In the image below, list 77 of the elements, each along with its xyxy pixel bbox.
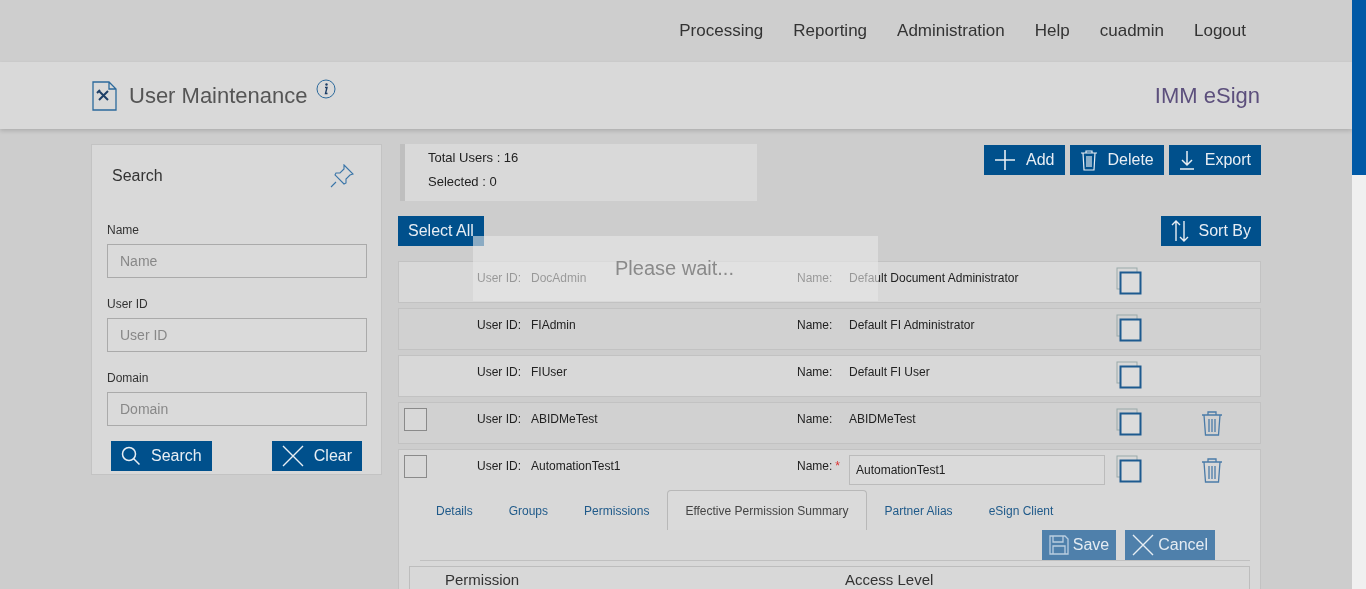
- tab[interactable]: Effective Permission Summary: [667, 490, 867, 530]
- user-row[interactable]: User ID: FIUser Name: Default FI User: [398, 355, 1261, 397]
- download-icon: [1178, 150, 1195, 170]
- field-label: User ID: [107, 297, 149, 311]
- export-button[interactable]: Export: [1168, 145, 1261, 175]
- tab[interactable]: Details: [418, 490, 491, 530]
- nav-link[interactable]: Administration: [897, 21, 1005, 41]
- scrollbar[interactable]: [1352, 0, 1366, 589]
- nav-link[interactable]: Logout: [1194, 21, 1246, 41]
- plus-icon: [994, 149, 1017, 171]
- user-row[interactable]: User ID: FIAdmin Name: Default FI Administrator: [398, 308, 1261, 350]
- trash-icon[interactable]: [1201, 457, 1223, 483]
- total-users: Total Users : 16: [428, 150, 520, 165]
- sort-button[interactable]: Sort By: [1160, 216, 1261, 246]
- nav-link[interactable]: Processing: [679, 21, 764, 41]
- selected-count: Selected : 0: [428, 174, 498, 189]
- user-row[interactable]: User ID: ABIDMeTest Name: ABIDMeTest: [398, 402, 1261, 444]
- select-all-button[interactable]: Select All: [398, 216, 484, 246]
- pin-icon[interactable]: [330, 164, 354, 188]
- column-header: Permission: [445, 571, 521, 589]
- search-input[interactable]: User ID: [107, 318, 367, 352]
- user-id: DocAdmin: [531, 270, 587, 285]
- search-input[interactable]: Name: [107, 244, 367, 278]
- field-label: User ID:: [477, 317, 521, 332]
- user-name: ABIDMeTest: [849, 411, 916, 426]
- copy-icon[interactable]: [1116, 408, 1142, 436]
- field-label: Domain: [107, 371, 150, 385]
- user-id: ABIDMeTest: [531, 411, 598, 426]
- close-icon: [1132, 534, 1155, 556]
- text-field[interactable]: AutomationTest1: [849, 455, 1105, 485]
- scrollbar-thumb[interactable]: [1352, 0, 1366, 175]
- field-label: Name: *: [797, 458, 840, 473]
- nav-link[interactable]: cuadmin: [1099, 21, 1164, 41]
- field-label: User ID:: [477, 270, 521, 285]
- nav-link[interactable]: Reporting: [793, 21, 868, 41]
- copy-icon[interactable]: [1116, 267, 1142, 295]
- checkbox[interactable]: [404, 455, 427, 478]
- copy-icon[interactable]: [1116, 455, 1142, 483]
- nav-link[interactable]: Help: [1034, 21, 1070, 41]
- copy-icon[interactable]: [1116, 314, 1142, 342]
- clear-button[interactable]: Clear: [271, 441, 362, 471]
- user-id: FIAdmin: [531, 317, 576, 332]
- user-id: FIUser: [531, 364, 567, 379]
- sort-icon: [1170, 220, 1189, 242]
- tab[interactable]: eSign Client: [970, 490, 1072, 530]
- field-label: Name:: [797, 270, 833, 285]
- page-title: User Maintenance: [129, 82, 308, 109]
- user-name: Default Document Administrator: [849, 270, 1019, 285]
- trash-icon[interactable]: [1201, 410, 1223, 436]
- user-name: Default FI Administrator: [849, 317, 975, 332]
- field-label: User ID:: [477, 411, 521, 426]
- field-label: User ID:: [477, 458, 521, 473]
- column-header: Access Level: [845, 571, 935, 589]
- search-icon: [121, 446, 141, 466]
- user-name: Default FI User: [849, 364, 930, 379]
- checkbox[interactable]: [404, 408, 427, 431]
- info-icon[interactable]: [315, 79, 336, 99]
- field-label: Name: [107, 223, 140, 237]
- close-icon: [281, 445, 304, 467]
- delete-button[interactable]: Delete: [1069, 145, 1164, 175]
- search-input[interactable]: Domain: [107, 392, 367, 426]
- field-label: Name:: [797, 317, 833, 332]
- panel-title: Search: [112, 167, 163, 185]
- copy-icon[interactable]: [1116, 361, 1142, 389]
- tab[interactable]: Groups: [490, 490, 567, 530]
- field-label: Name:: [797, 364, 833, 379]
- tab[interactable]: Permissions: [566, 490, 668, 530]
- trash-icon: [1079, 149, 1098, 171]
- field-label: User ID:: [477, 364, 521, 379]
- add-button[interactable]: Add: [984, 145, 1065, 175]
- user-id: AutomationTest1: [531, 458, 621, 473]
- document-tools-icon: [92, 80, 117, 111]
- search-button[interactable]: Search: [111, 441, 212, 471]
- field-label: Name:: [797, 411, 833, 426]
- tab[interactable]: Partner Alias: [866, 490, 971, 530]
- save-icon: [1048, 535, 1069, 555]
- product-name: IMM eSign: [1154, 82, 1260, 109]
